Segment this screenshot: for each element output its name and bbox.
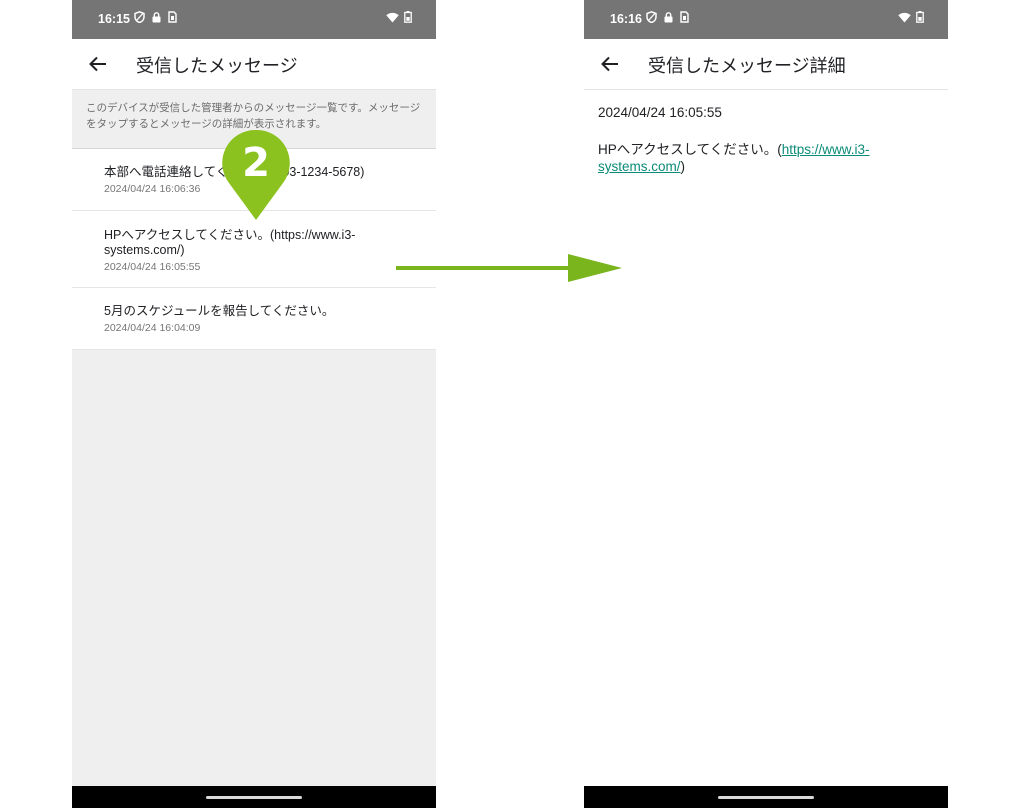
wifi-icon xyxy=(898,12,911,23)
sim-card-icon xyxy=(168,11,177,23)
wifi-icon xyxy=(386,12,399,23)
back-arrow-icon[interactable] xyxy=(598,52,622,76)
message-detail-screen: 16:16 受信したメッセージ詳細 2024/04/24 16:05:55 HP… xyxy=(584,0,948,808)
detail-time: 2024/04/24 16:05:55 xyxy=(598,105,722,120)
message-text: 5月のスケジュールを報告してください。 xyxy=(104,304,335,318)
lock-icon xyxy=(152,11,161,23)
message-item[interactable]: HPへアクセスしてください。(https://www.i3-systems.co… xyxy=(72,211,436,288)
app-bar: 受信したメッセージ詳細 xyxy=(584,39,948,90)
sim-card-icon xyxy=(680,11,689,23)
message-item[interactable]: 5月のスケジュールを報告してください。 2024/04/24 16:04:09 xyxy=(72,288,436,350)
page-title: 受信したメッセージ詳細 xyxy=(648,56,846,76)
page-title: 受信したメッセージ xyxy=(136,56,298,76)
battery-icon xyxy=(404,11,412,23)
status-time: 16:15 xyxy=(98,12,130,26)
shield-icon xyxy=(646,11,657,23)
home-gesture-handle[interactable] xyxy=(206,796,302,799)
status-time: 16:16 xyxy=(610,12,642,26)
status-bar: 16:15 xyxy=(72,0,436,39)
message-text: HPへアクセスしてください。(https://www.i3-systems.co… xyxy=(104,228,356,257)
navigation-bar xyxy=(584,786,948,808)
lock-icon xyxy=(664,11,673,23)
detail-text-suffix: ) xyxy=(680,159,686,174)
message-time: 2024/04/24 16:04:09 xyxy=(104,322,201,334)
transition-arrow-icon xyxy=(396,254,622,282)
message-time: 2024/04/24 16:05:55 xyxy=(104,261,201,273)
home-gesture-handle[interactable] xyxy=(718,796,814,799)
battery-icon xyxy=(916,11,924,23)
navigation-bar xyxy=(72,786,436,808)
status-bar: 16:16 xyxy=(584,0,948,39)
back-arrow-icon[interactable] xyxy=(86,52,110,76)
detail-text-prefix: HPへアクセスしてください。( xyxy=(598,142,782,157)
message-list-screen: 16:15 受信したメッセージ このデバイスが受信した管理者からのメッセージ一覧… xyxy=(72,0,436,808)
detail-text: HPへアクセスしてください。(https://www.i3-systems.co… xyxy=(598,141,898,175)
shield-icon xyxy=(134,11,145,23)
message-detail: 2024/04/24 16:05:55 HPへアクセスしてください。(https… xyxy=(584,90,948,786)
step-number: 2 xyxy=(242,140,270,186)
app-bar: 受信したメッセージ xyxy=(72,39,436,90)
step-marker-icon: 2 xyxy=(222,129,290,220)
